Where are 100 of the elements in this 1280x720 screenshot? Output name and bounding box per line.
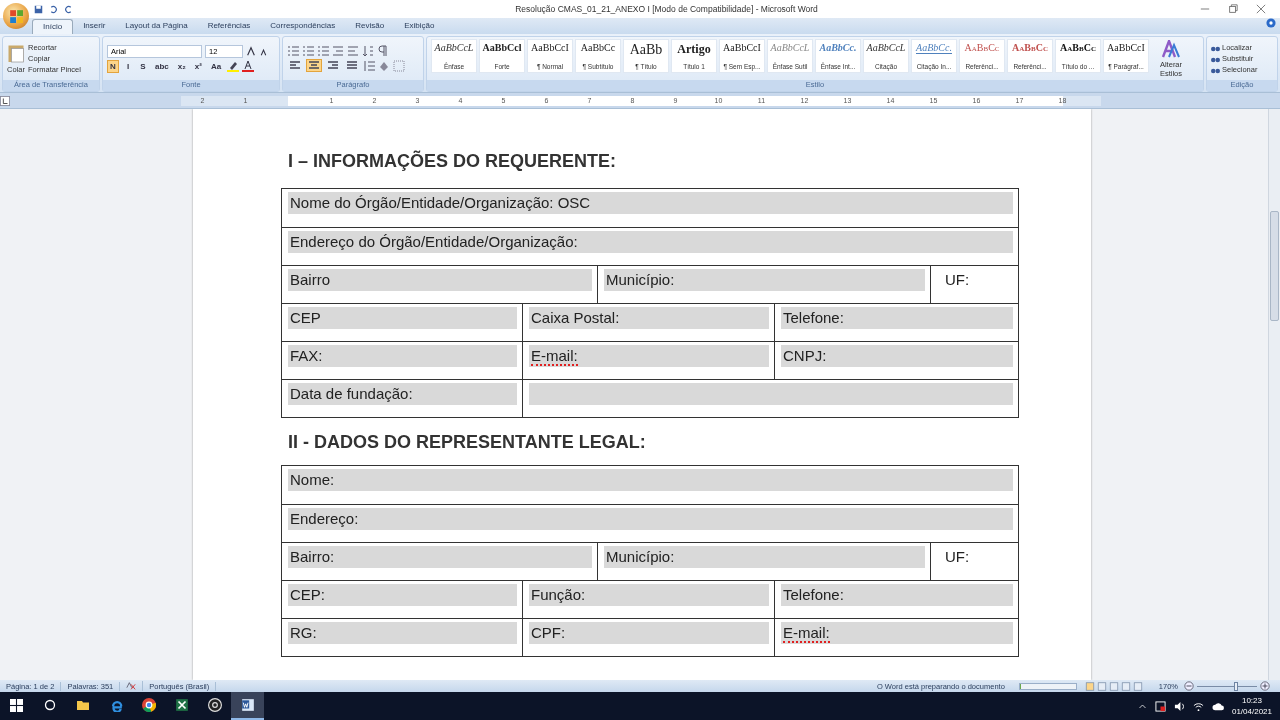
form-field[interactable]: RG: xyxy=(288,622,517,644)
format-button[interactable]: S xyxy=(137,59,149,73)
ribbon-tab[interactable]: Início xyxy=(32,19,74,34)
form-field[interactable]: Bairro: xyxy=(288,546,592,568)
indent-icon xyxy=(332,45,344,57)
cloud-icon xyxy=(1211,700,1224,712)
form-field[interactable]: Telefone: xyxy=(781,584,1013,606)
format-button[interactable]: I xyxy=(122,59,134,73)
style-preview: AaBbCc. xyxy=(819,42,857,53)
office-logo-icon xyxy=(9,9,23,23)
tab-stop-icon xyxy=(0,95,10,106)
style-preview: AaBbCc xyxy=(580,42,616,53)
shrink-font-icon xyxy=(259,46,268,56)
style-preview: AaBbCc. xyxy=(916,42,952,54)
form-field[interactable]: Endereço do Órgão/Entidade/Organização: xyxy=(288,231,1013,253)
style-preview: AaBbCc xyxy=(964,42,1000,53)
style-preview: AaBbCcL xyxy=(434,42,474,53)
document-icon xyxy=(240,698,255,712)
form-field[interactable]: CPF: xyxy=(529,622,769,644)
form-field[interactable]: CEP: xyxy=(288,584,517,606)
styles-letters-icon xyxy=(1161,39,1181,58)
section-heading: II - DADOS DO REPRESENTANTE LEGAL: xyxy=(287,432,647,453)
form-field[interactable]: FAX: xyxy=(288,345,517,367)
close-icon xyxy=(1256,4,1266,14)
align-button[interactable] xyxy=(344,59,360,72)
format-button[interactable]: N xyxy=(107,59,119,73)
form-field[interactable]: Município: xyxy=(604,269,925,291)
form-field[interactable]: Bairro xyxy=(288,269,592,291)
taskbar-app[interactable] xyxy=(231,692,264,720)
form-field[interactable]: UF: xyxy=(937,269,1013,291)
wifi-icon xyxy=(1192,700,1204,712)
search-icon xyxy=(43,699,56,711)
borders-icon xyxy=(393,59,405,72)
clock-date: 01/04/2021 xyxy=(1231,706,1272,717)
form-field[interactable]: E-mail: xyxy=(529,345,769,367)
clipboard-icon xyxy=(7,43,25,63)
view-icon xyxy=(1084,681,1095,691)
grow-font-icon xyxy=(246,46,256,56)
style-preview: AaBbCc xyxy=(1060,42,1096,53)
form-field[interactable]: CEP xyxy=(288,307,517,329)
empty-field[interactable] xyxy=(529,383,1013,405)
style-preview: AaBbCcl xyxy=(482,42,522,53)
highlight-icon xyxy=(227,60,240,72)
style-preview: AaBbCcI xyxy=(723,42,761,53)
style-preview: AaBbCcI xyxy=(531,42,569,53)
section-heading: I – INFORMAÇÕES DO REQUERENTE: xyxy=(287,151,618,172)
font-color-icon xyxy=(242,60,255,72)
clock-time: 10:23 xyxy=(1240,695,1263,706)
window-title: Resolução CMAS_01_21_ANEXO I [Modo de Compatibilidade] - Microsoft Word xyxy=(514,4,819,14)
form-field[interactable]: Nome: xyxy=(288,469,1013,491)
folder-icon xyxy=(75,699,90,711)
ribbon-tab[interactable]: Revisão xyxy=(345,19,395,34)
format-button[interactable]: x² xyxy=(191,59,205,73)
sort-icon xyxy=(362,45,374,57)
ribbon-tab[interactable]: Correspondências xyxy=(260,19,346,34)
speaker-icon xyxy=(1173,700,1185,712)
redo-icon xyxy=(64,4,73,14)
align-button[interactable] xyxy=(287,59,303,72)
save-icon xyxy=(34,4,43,14)
slider-thumb[interactable] xyxy=(1233,681,1238,691)
format-button[interactable]: x₂ xyxy=(174,59,189,73)
style-preview: AaBbCcI xyxy=(1107,42,1145,53)
undo-icon xyxy=(49,4,58,14)
windows-icon xyxy=(10,698,23,712)
office-button[interactable] xyxy=(3,3,29,29)
restore-icon xyxy=(1228,4,1238,14)
ribbon-tab[interactable]: Referências xyxy=(197,19,261,34)
form-field[interactable]: Data de fundação: xyxy=(288,383,517,405)
form-field[interactable]: E-mail: xyxy=(781,622,1013,644)
ribbon-tab[interactable]: Inserir xyxy=(73,19,116,34)
form-field[interactable]: CNPJ: xyxy=(781,345,1013,367)
align-button[interactable] xyxy=(306,59,322,72)
form-field[interactable]: Nome do Órgão/Entidade/Organização: OSC xyxy=(288,192,1013,214)
form-field[interactable]: Endereço: xyxy=(288,508,1013,530)
style-preview: AaBbCcL xyxy=(866,42,906,53)
view-icon xyxy=(1120,681,1131,691)
form-field[interactable]: UF: xyxy=(937,546,1013,568)
list-icon xyxy=(317,45,329,57)
form-field[interactable]: Município: xyxy=(604,546,925,568)
chrome-icon xyxy=(141,698,156,712)
style-preview: Artigo xyxy=(677,42,711,57)
align-button[interactable] xyxy=(325,59,341,72)
scrollbar-thumb[interactable] xyxy=(1270,211,1279,321)
view-icon xyxy=(1096,681,1107,691)
format-button[interactable]: Aa xyxy=(207,59,225,73)
ribbon-tab[interactable]: Layout da Página xyxy=(115,19,198,34)
record-icon xyxy=(207,698,222,712)
format-button[interactable]: abc xyxy=(152,59,172,73)
list-icon xyxy=(302,45,314,57)
ribbon-tab[interactable]: Exibição xyxy=(394,19,445,34)
spreadsheet-icon xyxy=(174,698,189,712)
list-icon xyxy=(287,45,299,57)
line-spacing-icon xyxy=(363,59,375,72)
form-field[interactable]: Caixa Postal: xyxy=(529,307,769,329)
style-preview: AaBb xyxy=(629,42,663,58)
shield-icon xyxy=(1154,700,1166,712)
form-field[interactable]: Telefone: xyxy=(781,307,1013,329)
outdent-icon xyxy=(347,45,359,57)
form-field[interactable]: Função: xyxy=(529,584,769,606)
style-preview: AaBbCc xyxy=(1012,42,1048,53)
